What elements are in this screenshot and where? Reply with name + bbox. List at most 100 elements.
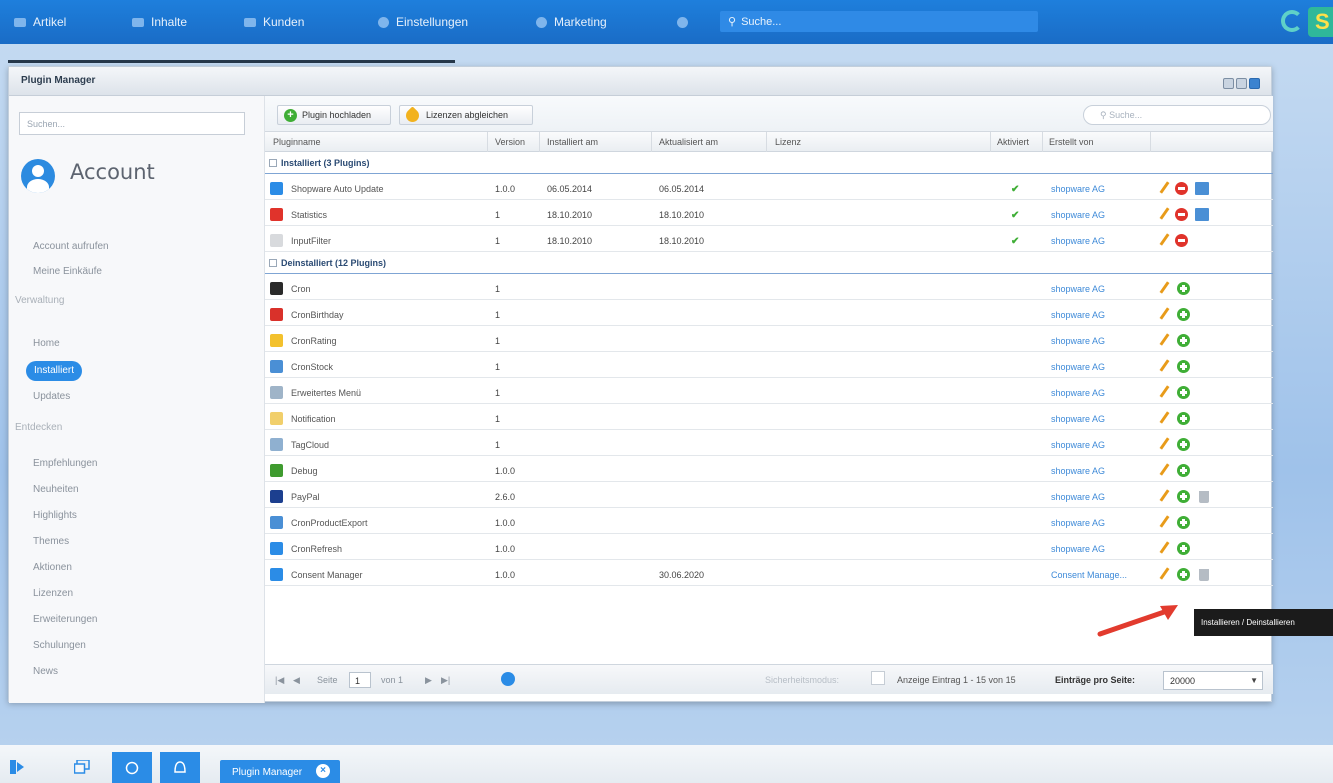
sidebar-item-empfehlungen[interactable]: Empfehlungen	[33, 458, 98, 469]
table-row[interactable]: CronRating 1 shopware AG	[265, 326, 1273, 352]
edit-icon[interactable]	[1159, 233, 1170, 246]
nav-item-inhalte[interactable]: Inhalte	[132, 0, 187, 44]
install-icon[interactable]	[1177, 412, 1190, 425]
edit-icon[interactable]	[1159, 333, 1170, 346]
refresh-icon[interactable]	[501, 672, 515, 686]
table-row[interactable]: CronProductExport 1.0.0 shopware AG	[265, 508, 1273, 534]
sidebar-item-neuheiten[interactable]: Neuheiten	[33, 484, 79, 495]
minimize-button[interactable]	[1223, 78, 1234, 89]
edit-icon[interactable]	[1159, 307, 1170, 320]
sidebar-item-themes[interactable]: Themes	[33, 536, 69, 547]
logout-icon[interactable]	[10, 760, 28, 776]
help-button[interactable]	[677, 0, 695, 44]
safe-mode-checkbox[interactable]	[871, 671, 885, 685]
nav-item-artikel[interactable]: Artikel	[14, 0, 66, 44]
table-row[interactable]: Consent Manager 1.0.0 30.06.2020 Consent Ma…	[265, 560, 1273, 586]
edit-icon[interactable]	[1159, 181, 1170, 194]
edit-icon[interactable]	[1159, 489, 1170, 502]
edit-icon[interactable]	[1159, 385, 1170, 398]
sidebar-item-schulungen[interactable]: Schulungen	[33, 640, 86, 651]
column-header-version[interactable]: Version	[495, 137, 525, 147]
maximize-button[interactable]	[1236, 78, 1247, 89]
refresh-logo-icon[interactable]	[1281, 10, 1303, 32]
edit-icon[interactable]	[1159, 359, 1170, 372]
update-icon[interactable]	[1195, 182, 1209, 195]
edit-icon[interactable]	[1159, 437, 1170, 450]
sidebar-item-erweiterungen[interactable]: Erweiterungen	[33, 614, 97, 625]
edit-icon[interactable]	[1159, 541, 1170, 554]
deactivate-icon[interactable]	[1175, 208, 1188, 221]
deactivate-icon[interactable]	[1175, 234, 1188, 247]
group-header-uninstalled[interactable]: Deinstalliert (12 Plugins)	[265, 252, 1273, 274]
bell-icon[interactable]	[160, 752, 200, 783]
install-icon[interactable]	[1177, 490, 1190, 503]
install-icon[interactable]	[1177, 542, 1190, 555]
taskbar-window-plugin-manager[interactable]: Plugin Manager ×	[220, 760, 340, 783]
sidebar-item-lizenzen[interactable]: Lizenzen	[33, 588, 73, 599]
table-row[interactable]: InputFilter 1 18.10.2010 18.10.2010 ✔ shopwar…	[265, 226, 1273, 252]
clock-button[interactable]	[112, 752, 152, 783]
windows-icon[interactable]	[73, 759, 92, 776]
column-header-updated[interactable]: Aktualisiert am	[659, 137, 718, 147]
sidebar-search-input[interactable]: Suchen...	[19, 112, 245, 135]
edit-icon[interactable]	[1159, 281, 1170, 294]
last-page-icon[interactable]: ▶|	[441, 675, 450, 686]
column-header-author[interactable]: Erstellt von	[1049, 137, 1094, 147]
nav-item-einstellungen[interactable]: Einstellungen	[378, 0, 468, 44]
table-row[interactable]: Notification 1 shopware AG	[265, 404, 1273, 430]
table-row[interactable]: Debug 1.0.0 shopware AG	[265, 456, 1273, 482]
per-page-select[interactable]: 20000 ▼	[1163, 671, 1263, 690]
edit-icon[interactable]	[1159, 515, 1170, 528]
page-number-input[interactable]: 1	[349, 672, 371, 688]
table-row[interactable]: Erweitertes Menü 1 shopware AG	[265, 378, 1273, 404]
nav-item-marketing[interactable]: Marketing	[536, 0, 607, 44]
sidebar-item-news[interactable]: News	[33, 666, 58, 677]
next-page-icon[interactable]: ▶	[425, 675, 432, 686]
sidebar-item-account-aufrufen[interactable]: Account aufrufen	[33, 241, 109, 252]
nav-item-kunden[interactable]: Kunden	[244, 0, 304, 44]
trash-icon[interactable]	[1199, 491, 1209, 503]
first-page-icon[interactable]: |◀	[275, 675, 284, 686]
column-header-active[interactable]: Aktiviert	[997, 137, 1029, 147]
column-header-name[interactable]: Pluginname	[273, 137, 321, 147]
table-row[interactable]: Cron 1 shopware AG	[265, 274, 1273, 300]
install-icon[interactable]	[1177, 334, 1190, 347]
close-icon[interactable]: ×	[316, 764, 330, 778]
edit-icon[interactable]	[1159, 411, 1170, 424]
table-row[interactable]: Shopware Auto Update 1.0.0 06.05.2014 06.05…	[265, 174, 1273, 200]
plugin-search-input[interactable]: ⚲ Suche...	[1083, 105, 1271, 125]
close-window-button[interactable]	[1249, 78, 1260, 89]
table-row[interactable]: PayPal 2.6.0 shopware AG	[265, 482, 1273, 508]
upload-plugin-button[interactable]: + Plugin hochladen	[277, 105, 391, 125]
edit-icon[interactable]	[1159, 567, 1170, 580]
install-icon[interactable]	[1177, 360, 1190, 373]
install-icon[interactable]	[1177, 464, 1190, 477]
update-icon[interactable]	[1195, 208, 1209, 221]
table-row[interactable]: CronRefresh 1.0.0 shopware AG	[265, 534, 1273, 560]
sidebar-item-aktionen[interactable]: Aktionen	[33, 562, 72, 573]
deactivate-icon[interactable]	[1175, 182, 1188, 195]
install-icon[interactable]	[1177, 516, 1190, 529]
table-row[interactable]: Statistics 1 18.10.2010 18.10.2010 ✔ shopware…	[265, 200, 1273, 226]
sidebar-item-home[interactable]: Home	[33, 338, 60, 349]
sidebar-item-highlights[interactable]: Highlights	[33, 510, 77, 521]
install-icon[interactable]	[1177, 386, 1190, 399]
install-icon[interactable]	[1177, 568, 1190, 581]
group-header-installed[interactable]: Installiert (3 Plugins)	[265, 152, 1273, 174]
sync-licenses-button[interactable]: Lizenzen abgleichen	[399, 105, 533, 125]
table-row[interactable]: TagCloud 1 shopware AG	[265, 430, 1273, 456]
install-icon[interactable]	[1177, 308, 1190, 321]
edit-icon[interactable]	[1159, 207, 1170, 220]
install-icon[interactable]	[1177, 282, 1190, 295]
column-header-installed[interactable]: Installiert am	[547, 137, 598, 147]
column-header-license[interactable]: Lizenz	[775, 137, 801, 147]
trash-icon[interactable]	[1199, 569, 1209, 581]
sidebar-item-installiert[interactable]: Installiert	[26, 361, 82, 381]
sidebar-item-meine-einkaeufe[interactable]: Meine Einkäufe	[33, 266, 102, 277]
table-row[interactable]: CronStock 1 shopware AG	[265, 352, 1273, 378]
table-row[interactable]: CronBirthday 1 shopware AG	[265, 300, 1273, 326]
install-icon[interactable]	[1177, 438, 1190, 451]
edit-icon[interactable]	[1159, 463, 1170, 476]
prev-page-icon[interactable]: ◀	[293, 675, 300, 686]
sidebar-item-updates[interactable]: Updates	[33, 391, 70, 402]
